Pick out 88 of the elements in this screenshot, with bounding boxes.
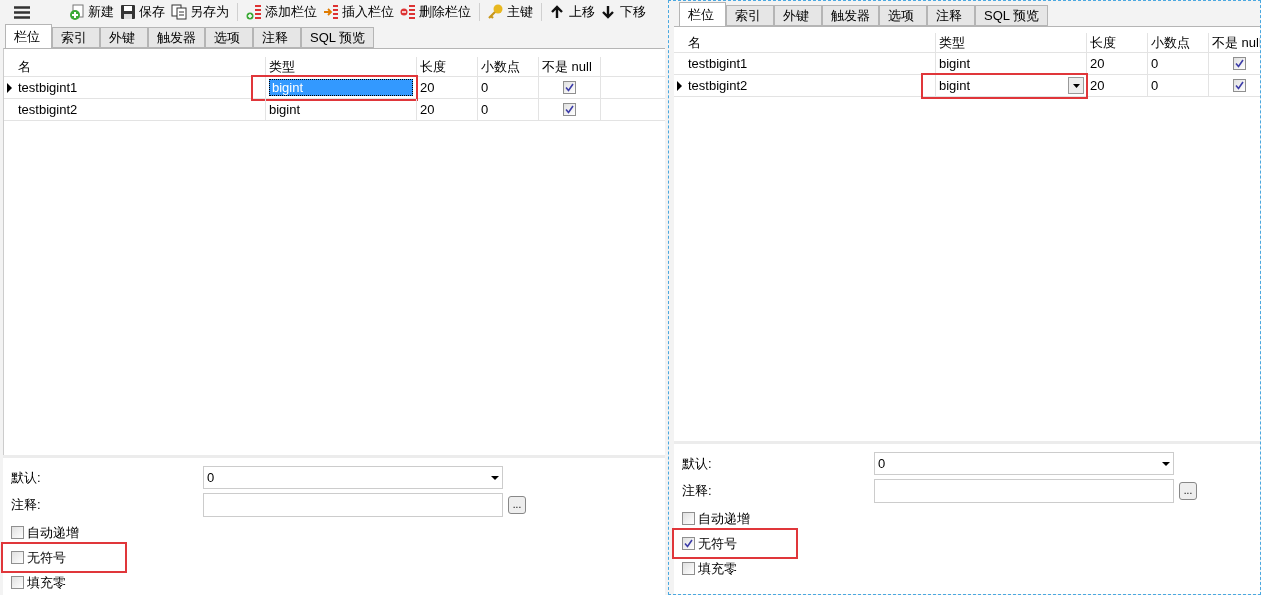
add-column-icon: [246, 4, 262, 20]
checkbox[interactable]: [11, 526, 24, 539]
field-label: 默认:: [681, 454, 713, 473]
checkbox[interactable]: [682, 512, 695, 525]
column-header[interactable]: 长度: [417, 57, 478, 76]
checkbox-label: 无符号: [698, 534, 737, 553]
tab[interactable]: SQL 预览: [975, 5, 1049, 26]
checkbox[interactable]: [1233, 57, 1246, 70]
tab[interactable]: 注释: [927, 5, 975, 26]
column-header[interactable]: 长度: [1087, 33, 1148, 52]
column-header[interactable]: 类型: [936, 33, 1087, 52]
table-cell-text: 0: [1151, 54, 1159, 73]
tab[interactable]: 选项: [879, 5, 927, 26]
input-field[interactable]: [874, 478, 1174, 503]
toolbar-button[interactable]: 上移: [547, 1, 598, 23]
field-label: 注释:: [681, 481, 713, 500]
tab[interactable]: 注释: [253, 27, 301, 48]
checkbox[interactable]: [682, 537, 695, 550]
toolbar-button[interactable]: 新建: [66, 1, 117, 23]
checkbox[interactable]: [1233, 79, 1246, 92]
column-header[interactable]: 不是 null: [1209, 33, 1260, 52]
checkbox-label: 自动递增: [27, 523, 79, 542]
checkbox[interactable]: [682, 562, 695, 575]
checkbox-label: 填充零: [27, 573, 66, 592]
tab[interactable]: 栏位: [679, 2, 726, 26]
table-cell-text: 20: [1090, 54, 1105, 73]
table-cell-text: 0: [1151, 76, 1159, 95]
toolbar-button[interactable]: 删除栏位: [397, 1, 474, 23]
toolbar-button[interactable]: 插入栏位: [320, 1, 397, 23]
tab[interactable]: 触发器: [148, 27, 205, 48]
copy-documents-icon: [171, 4, 187, 20]
checkbox[interactable]: [11, 576, 24, 589]
dropdown-button[interactable]: [1068, 77, 1084, 94]
dropdown-field[interactable]: 0: [203, 466, 503, 489]
caret-icon: [1072, 83, 1080, 88]
field-label: 默认:: [10, 468, 42, 487]
table-cell-text: bigint: [939, 76, 972, 95]
column-header[interactable]: 小数点: [1148, 33, 1209, 52]
delete-column-icon: [400, 4, 416, 20]
column-header[interactable]: 不是 null: [539, 57, 601, 76]
table-cell-text: 0: [481, 78, 489, 97]
toolbar-button[interactable]: 添加栏位: [243, 1, 320, 23]
table-cell-text: bigint: [939, 54, 971, 73]
tab[interactable]: 外键: [774, 5, 822, 26]
table-cell-text: testbigint2: [688, 76, 748, 95]
checkbox-label: 填充零: [698, 559, 737, 578]
toolbar-button[interactable]: 保存: [117, 1, 168, 23]
tab[interactable]: 外键: [100, 27, 148, 48]
checkbox-label: 无符号: [27, 548, 66, 567]
checkbox-label: 自动递增: [698, 509, 750, 528]
save-icon: [120, 4, 136, 20]
column-header[interactable]: 小数点: [478, 57, 539, 76]
insert-column-icon: [323, 4, 339, 20]
tab[interactable]: 选项: [205, 27, 253, 48]
table-cell-text: bigint: [269, 100, 301, 119]
table-cell-text: testbigint1: [688, 54, 748, 73]
column-header[interactable]: 名: [15, 57, 266, 76]
key-icon: [488, 4, 504, 20]
table-cell-text: testbigint1: [18, 78, 78, 97]
checkbox[interactable]: [563, 81, 576, 94]
table-cell-text: 20: [420, 78, 435, 97]
dropdown-field[interactable]: 0: [874, 452, 1174, 475]
table-cell-text: 20: [420, 100, 435, 119]
tab[interactable]: 触发器: [822, 5, 879, 26]
tab[interactable]: 索引: [52, 27, 100, 48]
table-cell-text: 0: [481, 100, 489, 119]
tab[interactable]: 索引: [726, 5, 774, 26]
checkbox[interactable]: [11, 551, 24, 564]
table-cell: bigint: [269, 79, 413, 96]
table-cell-text: testbigint2: [18, 100, 78, 119]
field-label: 注释:: [10, 495, 42, 514]
checkbox[interactable]: [563, 103, 576, 116]
caret-icon: [1162, 461, 1170, 466]
input-field[interactable]: [203, 492, 503, 517]
tab[interactable]: SQL 预览: [301, 27, 375, 48]
column-header[interactable]: 名: [685, 33, 936, 52]
menu-icon: [14, 5, 30, 19]
column-header[interactable]: 类型: [266, 57, 417, 76]
ellipsis-button[interactable]: ...: [508, 495, 526, 514]
ellipsis-button[interactable]: ...: [1179, 481, 1197, 500]
toolbar-button[interactable]: 下移: [598, 1, 649, 23]
table-cell-text: 20: [1090, 76, 1105, 95]
toolbar-button[interactable]: 另存为: [168, 1, 232, 23]
down-arrow-icon: [601, 4, 617, 20]
toolbar-button[interactable]: 主键: [485, 1, 536, 23]
tab[interactable]: 栏位: [5, 24, 52, 48]
caret-icon: [491, 475, 499, 480]
new-document-icon: [69, 4, 85, 20]
